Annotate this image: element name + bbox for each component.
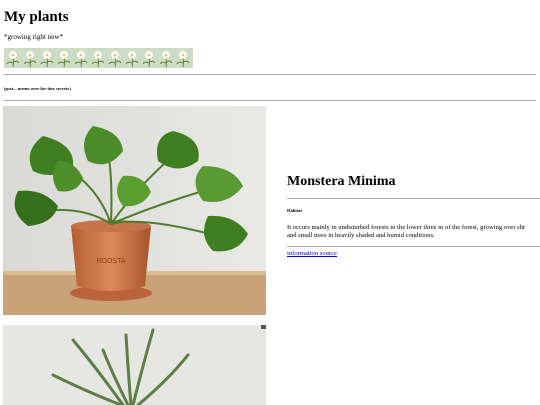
page-subtitle: *growing right now* — [4, 33, 64, 41]
monstera-minima-photo: ROOSTA — [3, 106, 266, 315]
divider — [4, 74, 536, 75]
habitat-label: Habitat — [287, 208, 303, 213]
habitat-text-line: It occurs mainly in undisturbed forests … — [287, 224, 526, 231]
flower-banner — [4, 48, 193, 68]
divider — [287, 198, 540, 199]
aloe-plant-photo — [3, 325, 266, 405]
information-source-link[interactable]: information source — [287, 250, 337, 258]
plant-name: Monstera Minima — [287, 174, 396, 189]
divider — [287, 246, 540, 247]
secret-note: (psst... msmo over for tiny secrets) — [4, 86, 71, 91]
habitat-text-line: and small trees in heavily shaded and hu… — [287, 232, 435, 239]
divider — [4, 100, 536, 101]
habitat-text: It occurs mainly in undisturbed forests … — [287, 224, 540, 240]
pot-label: ROOSTA — [96, 258, 125, 265]
daisy-flower-icon — [4, 48, 193, 68]
page-title: My plants — [4, 9, 69, 25]
